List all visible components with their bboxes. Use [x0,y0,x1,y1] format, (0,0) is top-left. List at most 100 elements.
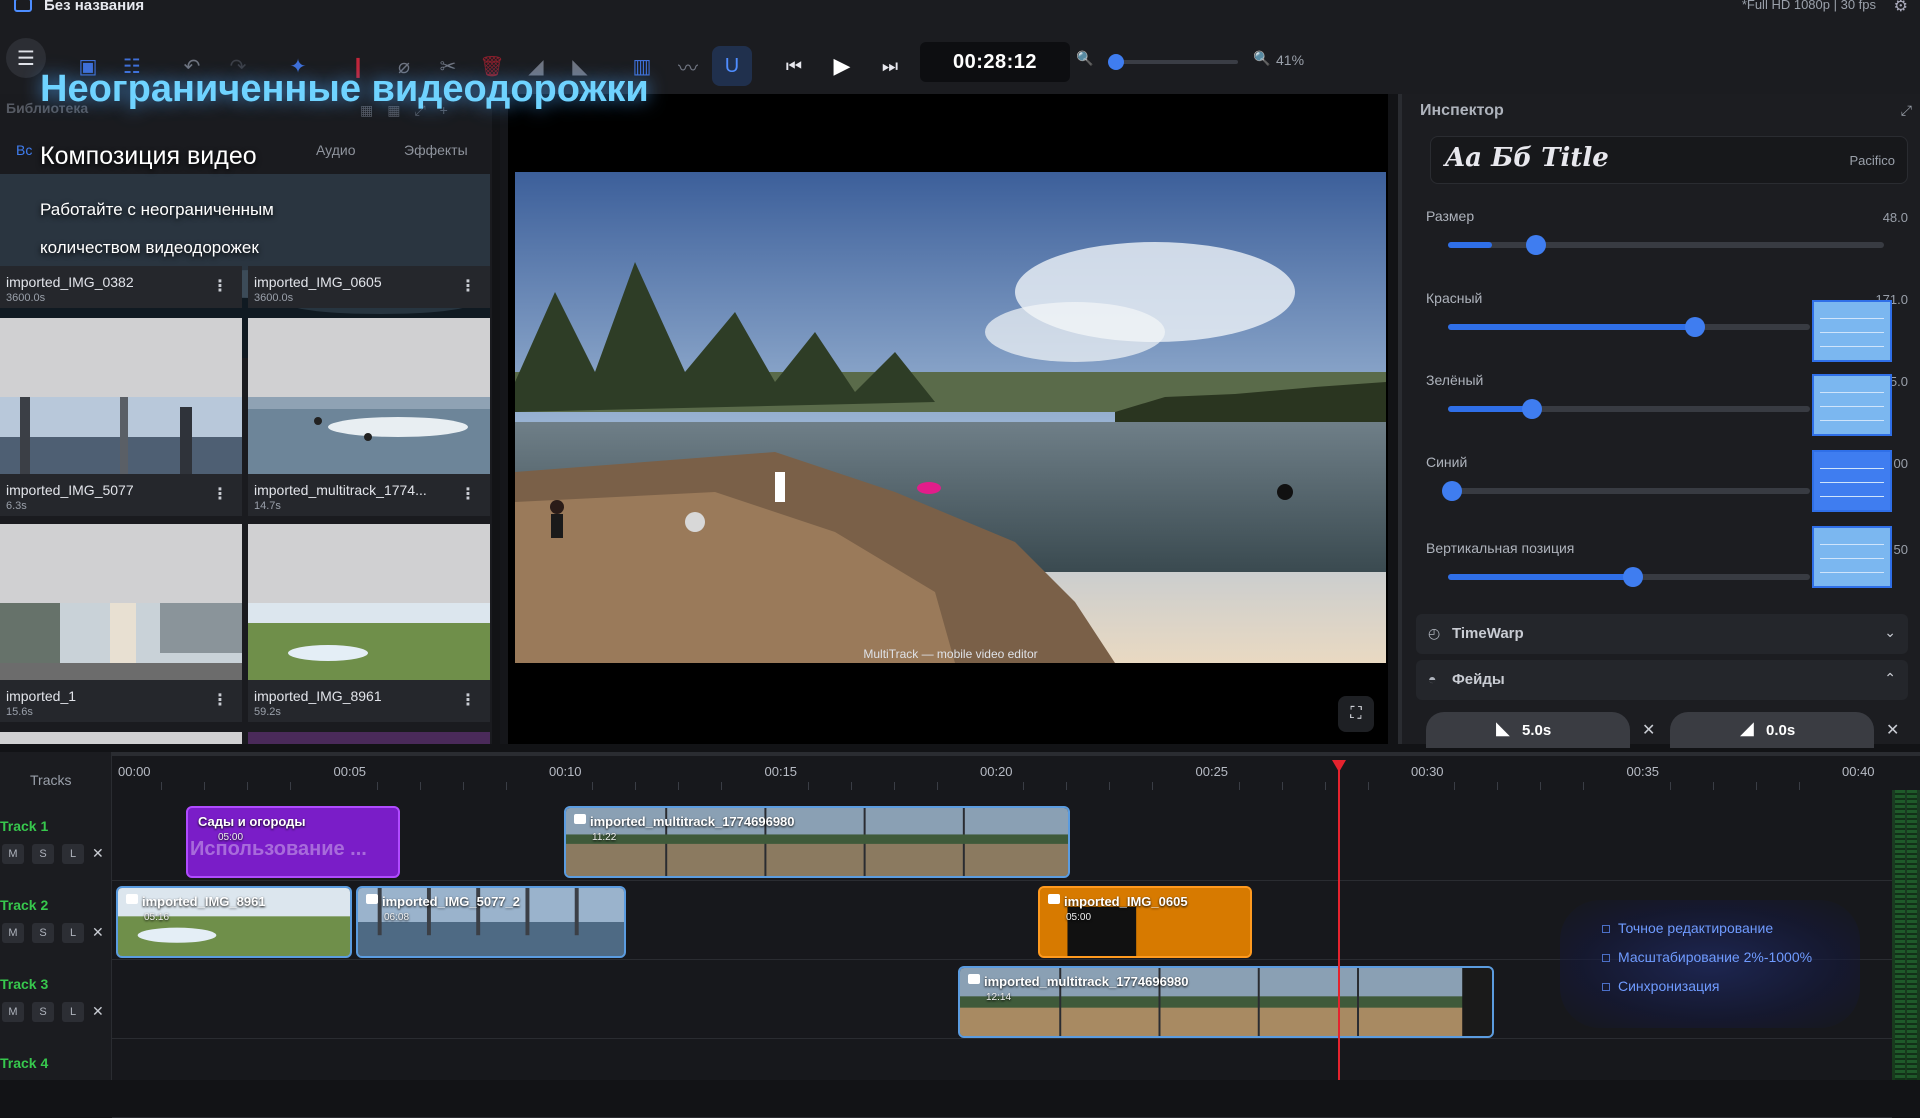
timewarp-icon: ◴ [1428,625,1441,641]
library-item[interactable]: imported_1 15.6s ⋮ [0,680,242,722]
slider-track[interactable] [1448,317,1810,337]
slider-knob[interactable] [1442,481,1462,501]
clear-fade-out-button[interactable]: ✕ [1886,720,1899,740]
slider-knob[interactable] [1525,235,1546,255]
timeline-clip[interactable]: imported_IMG_5077_2 06:08 [356,886,626,958]
project-edit-icon[interactable] [14,0,32,12]
ruler-minor-tick [1238,782,1240,790]
ruler-minor-tick [1066,782,1068,790]
more-icon[interactable]: ⋮ [460,484,476,504]
color-swatch[interactable] [1812,450,1892,512]
snap-button[interactable]: U [712,46,752,86]
track-m-button[interactable]: M [2,1002,24,1022]
library-thumbnail[interactable] [248,732,490,744]
track-m-button[interactable]: M [2,923,24,943]
color-swatch[interactable] [1812,526,1892,588]
feature-text: Синхронизация [1618,978,1720,994]
slider-track[interactable] [1448,235,1884,255]
clip-title: imported_IMG_0605 [1064,894,1188,909]
clear-fade-in-button[interactable]: ✕ [1642,720,1655,740]
play-icon: ▶ [833,53,851,78]
timeline-clip-image[interactable]: imported_IMG_0605 05:00 [1038,886,1252,958]
library-thumbnail[interactable] [248,318,490,475]
ruler-minor-tick [419,782,421,790]
fullscreen-button[interactable]: ⛶ [1338,696,1374,732]
fade-out-control[interactable]: ◢ 0.0s [1670,712,1874,748]
ruler-minor-tick [1152,782,1154,790]
zoom-slider-track[interactable] [1108,60,1238,64]
fade-in-icon: ◣ [1496,718,1510,738]
track-l-button[interactable]: L [62,1002,84,1022]
ruler-minor-tick [1367,782,1369,790]
skip-back-button[interactable]: ⏮ [774,46,814,86]
slider-label: Размер [1426,208,1475,224]
library-item[interactable]: imported_multitrack_1774... 14.7s ⋮ [248,474,490,516]
more-icon[interactable]: ⋮ [212,484,228,504]
more-icon[interactable]: ⋮ [212,690,228,710]
color-swatch[interactable] [1812,300,1892,362]
timeline-clip[interactable]: imported_IMG_8961 05:16 [116,886,352,958]
ruler-minor-tick [247,782,249,790]
library-item[interactable]: imported_IMG_8961 59.2s ⋮ [248,680,490,722]
ruler-minor-tick [204,782,206,790]
timeline-clip[interactable]: imported_multitrack_1774696980 12:14 [958,966,1494,1038]
timeline-clip-title[interactable]: Сады и огороды 05:00 Использование ... [186,806,400,878]
skip-forward-button[interactable]: ⏭ [870,46,910,86]
tab-all[interactable]: Вс [16,142,32,158]
track-s-button[interactable]: S [32,1002,54,1022]
ruler-minor-tick [1454,782,1456,790]
zoom-out-icon[interactable]: 🔍 [1076,50,1093,67]
library-thumbnail[interactable] [0,318,242,475]
curve-button[interactable]: 〰 [668,46,708,86]
play-button[interactable]: ▶ [822,46,862,86]
remove-track-button[interactable]: ✕ [92,845,104,862]
library-thumbnail[interactable] [248,524,490,681]
tab-audio[interactable]: Аудио [316,142,356,158]
library-thumbnail[interactable] [0,524,242,681]
library-item[interactable]: imported_IMG_0382 3600.0s ⋮ [0,266,242,308]
ruler-minor-tick [1583,782,1585,790]
more-icon[interactable]: ⋮ [460,276,476,296]
track-s-button[interactable]: S [32,844,54,864]
ruler-minor-tick [1798,782,1800,790]
more-icon[interactable]: ⋮ [212,276,228,296]
font-selector[interactable]: Aa Бб Title Pacifico [1430,136,1908,184]
fade-out-value: 0.0s [1766,722,1796,739]
fades-section[interactable]: ◓ Фейды ⌃ [1416,660,1908,700]
slider-track[interactable] [1448,399,1810,419]
slider-label: Красный [1426,290,1483,306]
slider-knob[interactable] [1684,317,1705,337]
font-name: Pacifico [1849,153,1895,168]
zoom-slider-knob[interactable] [1108,54,1124,70]
track-m-button[interactable]: M [2,844,24,864]
library-item[interactable]: imported_IMG_0605 3600.0s ⋮ [248,266,490,308]
playhead[interactable] [1338,760,1340,1080]
remove-track-button[interactable]: ✕ [92,924,104,941]
clip-duration: 05:16 [144,912,170,923]
panel-divider[interactable] [500,94,508,744]
zoom-in-icon[interactable]: 🔍 [1253,50,1270,67]
tab-effects[interactable]: Эффекты [404,142,468,158]
item-name: imported_1 [6,688,77,704]
slider-track[interactable] [1442,481,1810,501]
track-l-button[interactable]: L [62,923,84,943]
slider-track[interactable] [1448,567,1810,587]
expand-icon[interactable]: ⤢ [1901,102,1912,119]
timeline-clip[interactable]: imported_multitrack_1774696980 11:22 [564,806,1070,878]
remove-track-button[interactable]: ✕ [92,1003,104,1020]
slider-knob[interactable] [1623,567,1643,587]
inspector-title: Инспектор [1420,102,1504,119]
fade-in-control[interactable]: ◣ 5.0s [1426,712,1630,748]
ruler-minor-tick [721,782,723,790]
menu-icon: ☰ [17,47,35,70]
color-swatch[interactable] [1812,374,1892,436]
slider-knob[interactable] [1521,399,1542,419]
timewarp-section[interactable]: ◴ TimeWarp ⌄ [1416,614,1908,654]
more-icon[interactable]: ⋮ [460,690,476,710]
track-s-button[interactable]: S [32,923,54,943]
library-item[interactable]: imported_IMG_5077 6.3s ⋮ [0,474,242,516]
ruler-minor-tick [1109,782,1111,790]
video-preview[interactable] [515,172,1386,663]
library-thumbnail[interactable] [0,732,242,744]
track-l-button[interactable]: L [62,844,84,864]
